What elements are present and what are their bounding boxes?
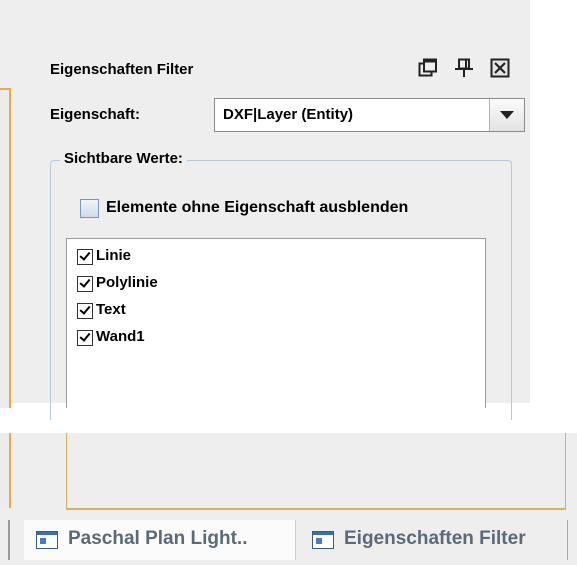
property-label: Eigenschaft: <box>50 106 141 123</box>
visible-values-list-bottom <box>66 433 566 510</box>
property-combobox-value: DXF|Layer (Entity) <box>223 106 354 123</box>
visible-values-list[interactable]: Linie Polylinie Text Wand1 <box>66 238 486 408</box>
item-checkbox[interactable] <box>77 330 93 346</box>
left-docked-panel-edge <box>0 88 11 408</box>
hide-elements-checkbox-label[interactable]: Elemente ohne Eigenschaft ausblenden <box>106 199 408 217</box>
item-label: Linie <box>96 247 132 264</box>
panel-title: Eigenschaften Filter <box>50 61 194 78</box>
item-checkbox[interactable] <box>77 303 93 319</box>
visible-values-group-title: Sichtbare Werte: <box>60 150 187 167</box>
tab-label: Paschal Plan Light.. <box>68 528 248 549</box>
chevron-down-icon[interactable] <box>489 99 524 131</box>
close-icon[interactable] <box>490 58 510 78</box>
hide-elements-checkbox[interactable] <box>80 199 99 218</box>
item-label: Wand1 <box>96 328 145 345</box>
tab-paschal-plan-light[interactable]: Paschal Plan Light.. <box>24 520 296 560</box>
tab-divider <box>8 520 10 560</box>
window-icon <box>36 531 58 549</box>
item-label: Text <box>96 301 126 318</box>
item-checkbox[interactable] <box>77 276 93 292</box>
pin-icon[interactable] <box>454 58 474 78</box>
restore-icon[interactable] <box>418 58 438 78</box>
item-checkbox[interactable] <box>77 249 93 265</box>
item-label: Polylinie <box>96 274 158 291</box>
tab-label: Eigenschaften Filter <box>344 528 526 549</box>
property-combobox[interactable]: DXF|Layer (Entity) <box>214 98 525 132</box>
window-icon <box>312 531 334 549</box>
left-docked-panel-edge-bottom <box>0 433 11 508</box>
tab-properties-filter[interactable]: Eigenschaften Filter <box>300 520 568 560</box>
